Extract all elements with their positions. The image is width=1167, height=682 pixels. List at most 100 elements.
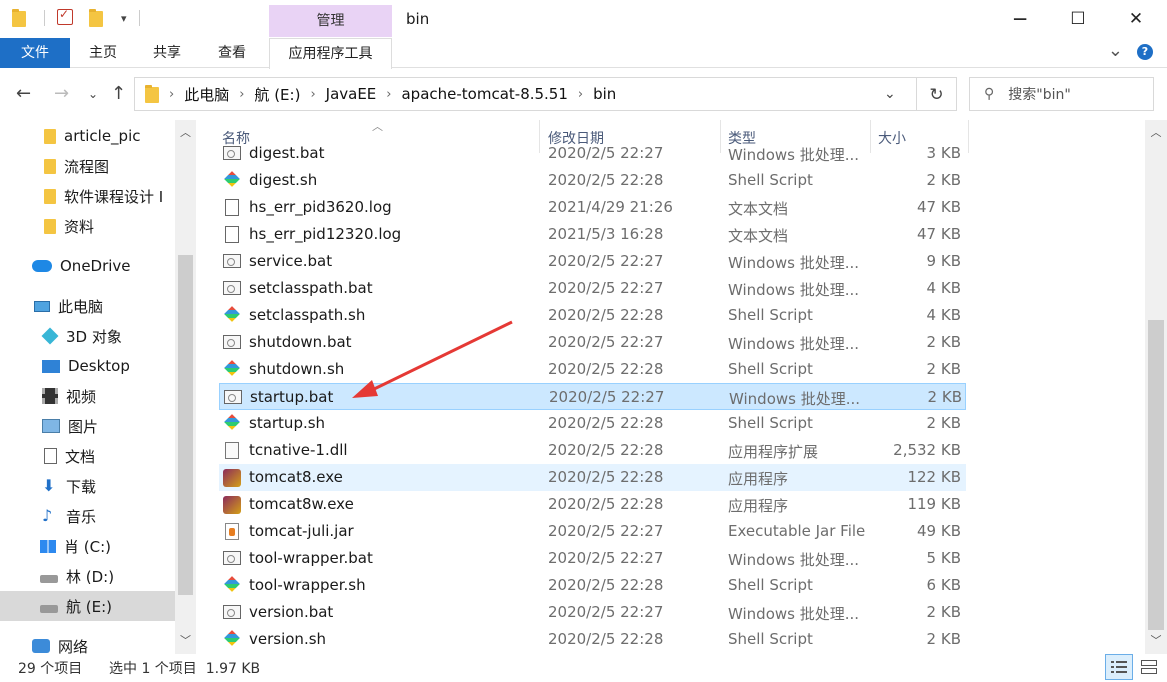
scroll-down-icon[interactable]: ﹀ [1145,632,1167,648]
file-row[interactable]: tomcat8.exe 2020/2/5 22:28 应用程序 122 KB [219,464,966,491]
details-view-icon[interactable] [1105,654,1133,680]
video-icon [42,388,58,404]
address-dropdown-icon[interactable]: ⌄ [884,86,896,102]
desktop-icon [42,359,60,373]
file-row[interactable]: tomcat8w.exe 2020/2/5 22:28 应用程序 119 KB [219,491,966,518]
file-row[interactable]: tomcat-juli.jar 2020/2/5 22:27 Executable … [219,518,966,545]
text-file-icon [225,226,239,243]
file-row[interactable]: startup.bat 2020/2/5 22:27 Windows 批处理... 2… [219,383,966,410]
tab-share[interactable]: 共享 [148,38,186,68]
file-row[interactable]: service.bat 2020/2/5 22:27 Windows 批处理... 9… [219,248,966,275]
file-list-scrollbar[interactable]: ︿ ﹀ [1145,120,1167,654]
file-row[interactable]: version.bat 2020/2/5 22:27 Windows 批处理... 2… [219,599,966,626]
nav-item-desktop[interactable]: Desktop [0,351,175,381]
file-size: 2 KB [926,360,961,378]
nav-item-this-pc[interactable]: 此电脑 [0,291,175,321]
file-date: 2020/2/5 22:27 [548,522,664,540]
file-row[interactable]: version.sh 2020/2/5 22:28 Shell Script 2 KB [219,626,966,653]
new-folder-icon[interactable] [89,9,107,27]
scrollbar-thumb[interactable] [1148,320,1164,630]
scrollbar-thumb[interactable] [178,255,193,595]
breadcrumb-this-pc[interactable]: 此电脑 [184,84,229,105]
file-name: setclasspath.bat [249,279,373,297]
customize-toolbar-icon[interactable]: ▾ [121,12,127,25]
file-row[interactable]: shutdown.bat 2020/2/5 22:27 Windows 批处理...… [219,329,966,356]
file-row[interactable]: setclasspath.bat 2020/2/5 22:27 Windows 批处… [219,275,966,302]
recent-locations-icon[interactable]: ⌄ [88,87,98,101]
nav-item-onedrive[interactable]: OneDrive [0,251,175,281]
chevron-right-icon[interactable]: › [310,87,315,102]
batch-file-icon [223,146,241,160]
file-date: 2020/2/5 22:28 [548,630,664,648]
column-divider[interactable] [968,120,969,153]
nav-item-drive-c[interactable]: 肖 (C:) [0,531,175,561]
help-icon[interactable]: ? [1137,44,1153,60]
chevron-right-icon[interactable]: › [169,87,174,102]
nav-item-drive-e[interactable]: 航 (E:) [0,591,175,621]
nav-item-videos[interactable]: 视频 [0,381,175,411]
nav-item-drive-d[interactable]: 林 (D:) [0,561,175,591]
nav-item-label: 文档 [65,447,96,466]
file-row[interactable]: shutdown.sh 2020/2/5 22:28 Shell Script 2 K… [219,356,966,383]
nav-item-pictures[interactable]: 图片 [0,411,175,441]
file-type: 文本文档 [728,200,789,218]
nav-item-3d-objects[interactable]: 3D 对象 [0,321,175,351]
tab-application-tools[interactable]: 应用程序工具 [269,38,392,69]
file-size: 47 KB [917,198,961,216]
search-box[interactable]: ⚲ 搜索"bin" [969,77,1154,111]
file-row[interactable]: digest.bat 2020/2/5 22:27 Windows 批处理... 3 … [219,140,966,167]
nav-pane-scrollbar[interactable]: ︿ ﹀ [175,120,196,654]
file-type: Shell Script [728,576,813,594]
nav-item-materials[interactable]: 资料 [0,211,175,241]
nav-item-article-pic[interactable]: article_pic [0,121,175,151]
scroll-up-icon[interactable]: ︿ [175,124,196,140]
properties-icon[interactable] [57,7,75,27]
file-size: 122 KB [907,468,961,486]
nav-item-flowchart[interactable]: 流程图 [0,151,175,181]
context-tab-manage[interactable]: 管理 [269,5,392,37]
close-button[interactable]: ✕ [1107,0,1165,38]
file-row[interactable]: startup.sh 2020/2/5 22:28 Shell Script 2 KB [219,410,966,437]
chevron-right-icon[interactable]: › [578,87,583,102]
chevron-down-icon[interactable]: ⌄ [1108,42,1123,60]
file-date: 2020/2/5 22:27 [549,388,665,406]
file-row[interactable]: tcnative-1.dll 2020/2/5 22:28 应用程序扩展 2,532 … [219,437,966,464]
breadcrumb-bin[interactable]: bin [593,85,616,103]
nav-item-course-design[interactable]: 软件课程设计 I [0,181,175,211]
refresh-icon[interactable]: ↻ [917,77,957,111]
file-row[interactable]: tool-wrapper.bat 2020/2/5 22:27 Windows 批处… [219,545,966,572]
breadcrumb-drive-e[interactable]: 航 (E:) [254,84,300,105]
file-row[interactable]: digest.sh 2020/2/5 22:28 Shell Script 2 KB [219,167,966,194]
file-row[interactable]: hs_err_pid12320.log 2021/5/3 16:28 文本文档 47 … [219,221,966,248]
tab-file[interactable]: 文件 [0,38,70,68]
file-date: 2020/2/5 22:28 [548,441,664,459]
search-input[interactable]: 搜索"bin" [1008,84,1071,104]
tab-view[interactable]: 查看 [213,38,251,68]
nav-item-music[interactable]: ♪ 音乐 [0,501,175,531]
breadcrumb-tomcat[interactable]: apache-tomcat-8.5.51 [401,85,567,103]
back-arrow-icon[interactable]: ← [16,83,31,104]
forward-arrow-icon[interactable]: → [54,83,69,104]
minimize-button[interactable]: ─ [991,0,1049,38]
chevron-right-icon[interactable]: › [239,87,244,102]
nav-item-documents[interactable]: 文档 [0,441,175,471]
file-date: 2020/2/5 22:27 [548,252,664,270]
chevron-right-icon[interactable]: › [386,87,391,102]
nav-item-label: 图片 [68,417,99,436]
maximize-button[interactable]: ☐ [1049,0,1107,38]
file-row[interactable]: hs_err_pid3620.log 2021/4/29 21:26 文本文档 47 … [219,194,966,221]
address-bar[interactable]: › 此电脑 › 航 (E:) › JavaEE › apache-tomcat-… [134,77,917,111]
file-name: version.bat [249,603,334,621]
file-row[interactable]: setclasspath.sh 2020/2/5 22:28 Shell Scrip… [219,302,966,329]
scroll-down-icon[interactable]: ﹀ [175,632,196,648]
file-row[interactable]: tool-wrapper.sh 2020/2/5 22:28 Shell Scrip… [219,572,966,599]
title-bar: ▾ 管理 bin ─ ☐ ✕ [0,0,1167,38]
file-date: 2020/2/5 22:28 [548,495,664,513]
large-icons-view-icon[interactable] [1135,654,1163,680]
tab-home[interactable]: 主页 [84,38,122,68]
scroll-up-icon[interactable]: ︿ [1145,124,1167,140]
breadcrumb-javaee[interactable]: JavaEE [326,85,377,103]
up-arrow-icon[interactable]: ↑ [111,83,126,104]
file-date: 2021/5/3 16:28 [548,225,664,243]
nav-item-downloads[interactable]: ⬇ 下载 [0,471,175,501]
